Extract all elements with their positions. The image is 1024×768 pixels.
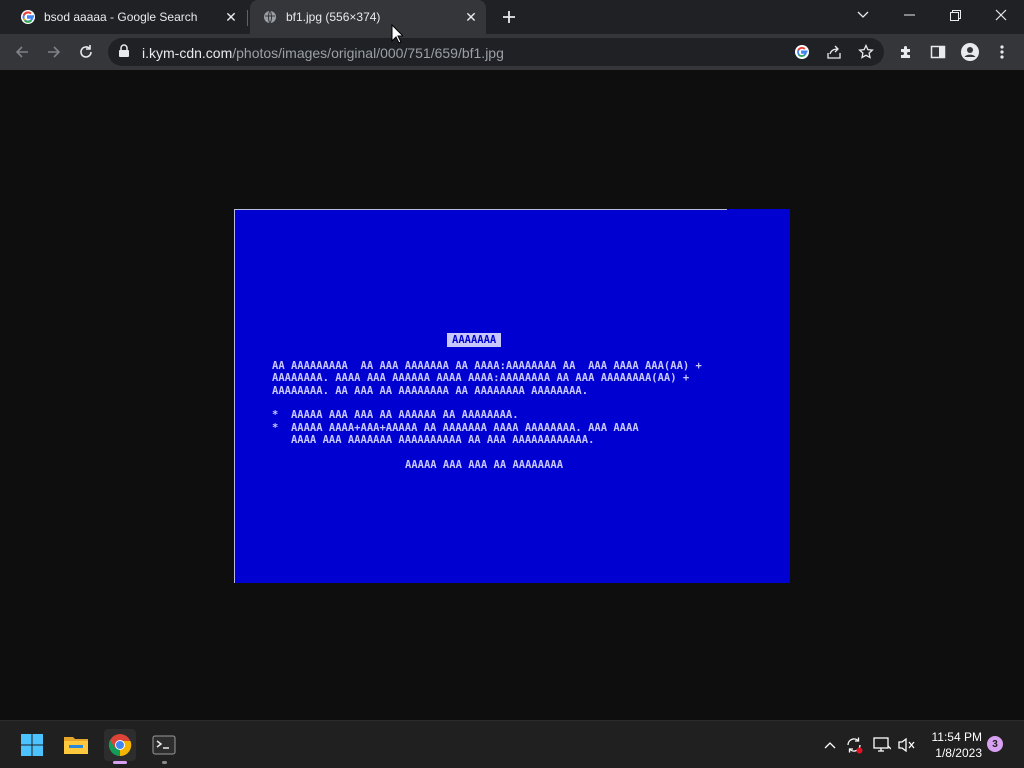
bookmark-star-icon[interactable] [856, 42, 876, 62]
windows-start-icon[interactable] [16, 729, 48, 761]
active-app-indicator [113, 761, 127, 764]
mouse-cursor-icon [391, 23, 405, 49]
volume-muted-icon[interactable] [896, 735, 916, 755]
share-icon[interactable] [824, 42, 844, 62]
tab-bf1-jpg[interactable]: bf1.jpg (556×374) ✕ [250, 0, 486, 34]
extensions-puzzle-icon[interactable] [894, 40, 918, 64]
sync-update-icon[interactable] [844, 735, 864, 755]
reload-button[interactable] [72, 38, 100, 66]
back-button[interactable] [8, 38, 36, 66]
globe-icon [262, 9, 278, 25]
url-path: /photos/images/original/000/751/659/bf1.… [232, 45, 504, 61]
clock-date: 1/8/2023 [935, 746, 982, 760]
tab-title: bf1.jpg (556×374) [286, 10, 381, 24]
google-icon [20, 9, 36, 25]
close-tab-icon[interactable]: ✕ [462, 8, 480, 26]
bsod-text-line: AAAAAAAA. AAAA AAA AAAAAA AAAA AAAA:AAAA… [272, 372, 690, 384]
tab-search-chevron-icon[interactable] [840, 0, 886, 30]
browser-toolbar: i.kym-cdn.com/photos/images/original/000… [0, 34, 1024, 70]
close-window-button[interactable] [978, 0, 1024, 30]
lock-icon[interactable] [118, 44, 130, 63]
bsod-text-line: * AAAAA AAA AAA AA AAAAAA AA AAAAAAAA. [272, 409, 519, 421]
forward-button[interactable] [40, 38, 68, 66]
profile-avatar-icon[interactable] [958, 40, 982, 64]
bsod-text-line: AAAA AAA AAAAAAA AAAAAAAAAA AA AAA AAAAA… [272, 434, 595, 446]
notification-badge[interactable]: 3 [987, 736, 1003, 752]
running-app-indicator [162, 761, 167, 764]
address-bar[interactable]: i.kym-cdn.com/photos/images/original/000… [108, 38, 884, 66]
taskbar: 11:54 PM 1/8/2023 [0, 720, 1024, 768]
url-host: i.kym-cdn.com [142, 45, 233, 61]
tab-strip: bsod aaaaa - Google Search ✕ bf1.jpg (55… [0, 0, 1024, 34]
restore-button[interactable] [932, 0, 978, 30]
bsod-image[interactable]: AAAAAAA AA AAAAAAAAA AA AAA AAAAAAA AA A… [234, 209, 790, 583]
new-tab-button[interactable] [498, 6, 520, 28]
menu-kebab-icon[interactable] [990, 40, 1014, 64]
close-tab-icon[interactable]: ✕ [222, 8, 240, 26]
side-panel-icon[interactable] [926, 40, 950, 64]
clock-time: 11:54 PM [931, 730, 982, 744]
chrome-icon[interactable] [104, 729, 136, 764]
tab-separator [247, 10, 248, 26]
tab-google-search[interactable]: bsod aaaaa - Google Search ✕ [8, 0, 246, 34]
show-hidden-icons-chevron-icon[interactable] [820, 735, 840, 755]
bsod-text-line: AA AAAAAAAAA AA AAA AAAAAAA AA AAAA:AAAA… [272, 360, 702, 372]
image-top-edge [235, 209, 727, 210]
tab-title: bsod aaaaa - Google Search [44, 10, 198, 24]
taskbar-clock[interactable]: 11:54 PM 1/8/2023 [930, 729, 982, 761]
bsod-text-line: AAAAA AAA AAA AA AAAAAAAA [405, 459, 564, 471]
bsod-header: AAAAAAA [447, 333, 502, 347]
network-icon[interactable] [872, 735, 892, 755]
bsod-text-line: * AAAAA AAAA+AAA+AAAAA AA AAAAAAA AAAA A… [272, 422, 639, 434]
google-lens-icon[interactable] [792, 42, 812, 62]
terminal-icon[interactable] [148, 729, 180, 764]
minimize-button[interactable] [886, 0, 932, 30]
url-text: i.kym-cdn.com/photos/images/original/000… [142, 45, 504, 61]
file-explorer-icon[interactable] [60, 729, 92, 761]
bsod-text-line: AAAAAAAA. AA AAA AA AAAAAAAA AA AAAAAAAA… [272, 385, 589, 397]
page-content: AAAAAAA AA AAAAAAAAA AA AAA AAAAAAA AA A… [0, 70, 1024, 720]
